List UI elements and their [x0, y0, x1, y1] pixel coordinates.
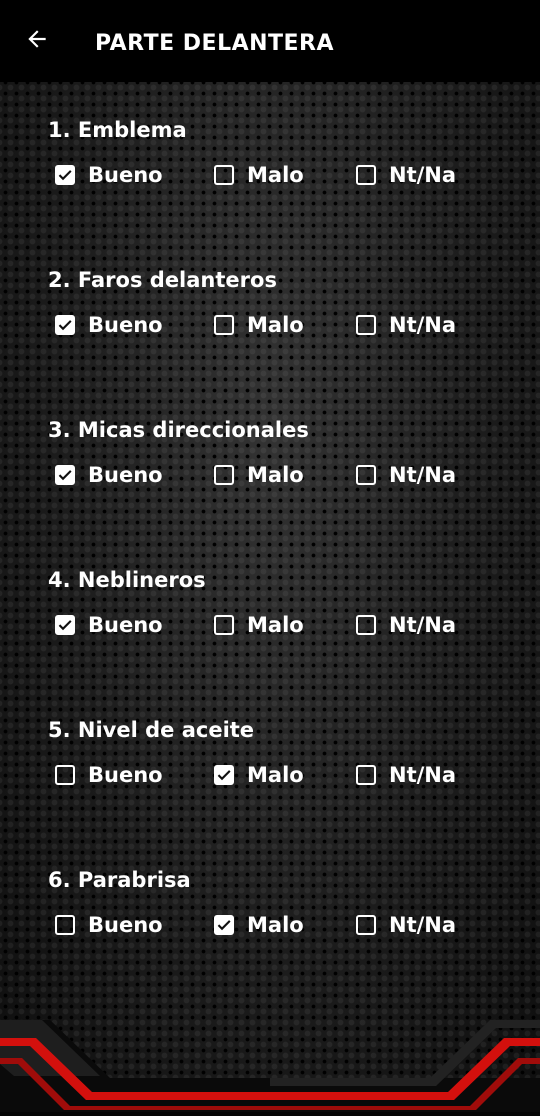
checkbox-malo[interactable]: Malo	[214, 762, 304, 788]
checkbox-label: Bueno	[88, 463, 163, 487]
item-label: 3. Micas direccionales	[48, 418, 309, 442]
checkbox-nt-na[interactable]: Nt/Na	[356, 462, 456, 488]
checkbox-empty-icon	[356, 765, 376, 785]
checkbox-bueno[interactable]: Bueno	[55, 612, 163, 638]
checkbox-empty-icon	[214, 165, 234, 185]
checkbox-empty-icon	[55, 765, 75, 785]
checkbox-empty-icon	[214, 465, 234, 485]
checkbox-label: Bueno	[88, 163, 163, 187]
checkbox-label: Malo	[247, 763, 304, 787]
checkbox-empty-icon	[214, 315, 234, 335]
checkbox-empty-icon	[356, 165, 376, 185]
checkbox-malo[interactable]: Malo	[214, 162, 304, 188]
checkbox-empty-icon	[356, 615, 376, 635]
checkbox-checked-icon	[214, 765, 234, 785]
checkbox-label: Bueno	[88, 913, 163, 937]
checkbox-checked-icon	[55, 165, 75, 185]
checkbox-bueno[interactable]: Bueno	[55, 762, 163, 788]
checkbox-label: Nt/Na	[389, 613, 457, 637]
checkbox-label: Nt/Na	[389, 913, 457, 937]
checkbox-label: Malo	[247, 313, 304, 337]
checkbox-label: Malo	[247, 463, 304, 487]
checkbox-nt-na[interactable]: Nt/Na	[356, 762, 456, 788]
checkbox-label: Nt/Na	[389, 163, 457, 187]
checkbox-label: Malo	[247, 613, 304, 637]
checkbox-bueno[interactable]: Bueno	[55, 912, 163, 938]
checkbox-empty-icon	[356, 915, 376, 935]
item-label: 1. Emblema	[48, 118, 187, 142]
checkbox-malo[interactable]: Malo	[214, 462, 304, 488]
checkbox-malo[interactable]: Malo	[214, 612, 304, 638]
checkbox-nt-na[interactable]: Nt/Na	[356, 612, 456, 638]
checkbox-empty-icon	[214, 615, 234, 635]
checkbox-malo[interactable]: Malo	[214, 912, 304, 938]
item-label: 4. Neblineros	[48, 568, 206, 592]
item-label: 5. Nivel de aceite	[48, 718, 255, 742]
item-label: 6. Parabrisa	[48, 868, 191, 892]
checkbox-nt-na[interactable]: Nt/Na	[356, 912, 456, 938]
checkbox-label: Bueno	[88, 763, 163, 787]
checkbox-checked-icon	[55, 315, 75, 335]
checkbox-empty-icon	[55, 915, 75, 935]
checkbox-bueno[interactable]: Bueno	[55, 162, 163, 188]
checkbox-label: Malo	[247, 163, 304, 187]
checkbox-checked-icon	[214, 915, 234, 935]
checkbox-checked-icon	[55, 615, 75, 635]
checkbox-bueno[interactable]: Bueno	[55, 312, 163, 338]
checkbox-label: Malo	[247, 913, 304, 937]
arrow-left-icon	[24, 26, 50, 56]
app-bar: PARTE DELANTERA	[0, 0, 540, 82]
page-title: PARTE DELANTERA	[95, 31, 335, 56]
checkbox-empty-icon	[356, 465, 376, 485]
checkbox-bueno[interactable]: Bueno	[55, 462, 163, 488]
back-button[interactable]	[16, 20, 58, 62]
checkbox-label: Nt/Na	[389, 313, 457, 337]
checkbox-label: Nt/Na	[389, 463, 457, 487]
decorative-red-stripes	[0, 1020, 540, 1116]
item-label: 2. Faros delanteros	[48, 268, 277, 292]
checkbox-nt-na[interactable]: Nt/Na	[356, 312, 456, 338]
checkbox-label: Nt/Na	[389, 763, 457, 787]
checkbox-label: Bueno	[88, 613, 163, 637]
checkbox-label: Bueno	[88, 313, 163, 337]
checkbox-malo[interactable]: Malo	[214, 312, 304, 338]
checkbox-checked-icon	[55, 465, 75, 485]
checkbox-nt-na[interactable]: Nt/Na	[356, 162, 456, 188]
checkbox-empty-icon	[356, 315, 376, 335]
